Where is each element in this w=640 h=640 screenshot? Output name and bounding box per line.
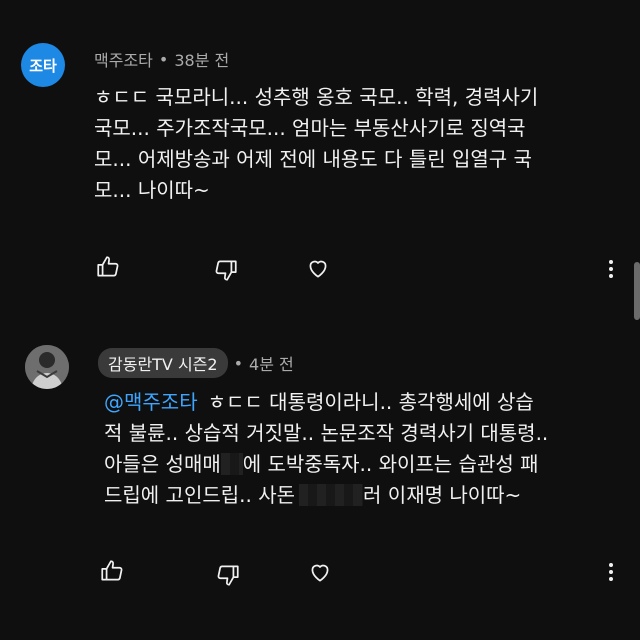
like-button[interactable] — [97, 556, 127, 586]
dislike-button[interactable] — [211, 255, 241, 285]
mention-link[interactable]: @맥주조타 — [104, 390, 198, 414]
comments-screen: 조타 맥주조타 • 38분 전 ㅎㄷㄷ 국모라니... 성추행 옹호 국모.. … — [0, 0, 640, 640]
comment-meta: 감동란TV 시즌2 • 4분 전 — [98, 348, 294, 378]
more-options-button[interactable] — [596, 254, 626, 284]
comment-line: 드립에 고인드립.. 사돈 러 이재명 나이따~ — [104, 480, 548, 511]
comment-line: 아들은 성매매 에 도박중독자.. 와이프는 습관성 패 — [104, 449, 548, 480]
meta-separator: • — [233, 353, 244, 373]
censor-blur — [220, 453, 243, 475]
comment-text-segment: 드립에 고인드립.. 사돈 — [104, 483, 296, 507]
comment-line: 국모... 주가조작국모... 엄마는 부동산사기로 징역국 — [94, 116, 526, 140]
avatar-initials: 조타 — [29, 56, 57, 75]
heart-icon — [311, 564, 329, 582]
avatar[interactable] — [25, 345, 69, 389]
comment-text-segment: 에 도박중독자.. 와이프는 습관성 패 — [242, 452, 539, 476]
heart-button[interactable] — [303, 253, 333, 283]
comment-time[interactable]: 38분 전 — [174, 47, 229, 71]
comment-body: @맥주조타 ㅎㄷㄷ 대통령이라니.. 총각행세에 상습 적 불륜.. 상습적 거짓… — [104, 387, 548, 511]
like-icon — [97, 256, 119, 277]
comment-line: 모... 나이따~ — [94, 178, 210, 202]
like-icon — [101, 560, 123, 581]
meta-separator: • — [158, 49, 169, 69]
dislike-icon — [215, 260, 237, 281]
dislike-button[interactable] — [213, 560, 243, 590]
censor-blur — [299, 484, 364, 506]
comment-time[interactable]: 4분 전 — [249, 351, 294, 375]
comment-line: ㅎㄷㄷ 국모라니... 성추행 옹호 국모.. 학력, 경력사기 — [94, 85, 539, 109]
scrollbar-thumb[interactable] — [634, 262, 640, 320]
comment-text-segment: ㅎㄷㄷ 대통령이라니.. 총각행세에 상습 — [207, 390, 534, 414]
heart-icon — [309, 260, 327, 278]
more-vert-icon — [609, 563, 613, 581]
comment-line: 적 불륜.. 상습적 거짓말.. 논문조작 경력사기 대통령.. — [104, 421, 549, 445]
comment-text-segment: 러 이재명 나이따~ — [363, 483, 522, 507]
comment-body: ㅎㄷㄷ 국모라니... 성추행 옹호 국모.. 학력, 경력사기 국모... 주… — [94, 82, 538, 206]
comment-author[interactable]: 맥주조타 — [94, 47, 153, 71]
more-options-button[interactable] — [596, 557, 626, 587]
more-vert-icon — [609, 260, 613, 278]
heart-button[interactable] — [305, 557, 335, 587]
avatar[interactable]: 조타 — [21, 43, 65, 87]
dislike-icon — [217, 565, 239, 586]
comment-line: 모... 어제방송과 어제 전에 내용도 다 틀린 입열구 국 — [94, 147, 532, 171]
like-button[interactable] — [93, 252, 123, 282]
comment-line: @맥주조타 ㅎㄷㄷ 대통령이라니.. 총각행세에 상습 — [104, 387, 548, 418]
comment-text-segment: 아들은 성매매 — [104, 452, 221, 476]
avatar-photo-icon — [25, 345, 69, 389]
comment-author-chip[interactable]: 감동란TV 시즌2 — [98, 348, 228, 378]
comment-meta: 맥주조타 • 38분 전 — [94, 47, 229, 71]
